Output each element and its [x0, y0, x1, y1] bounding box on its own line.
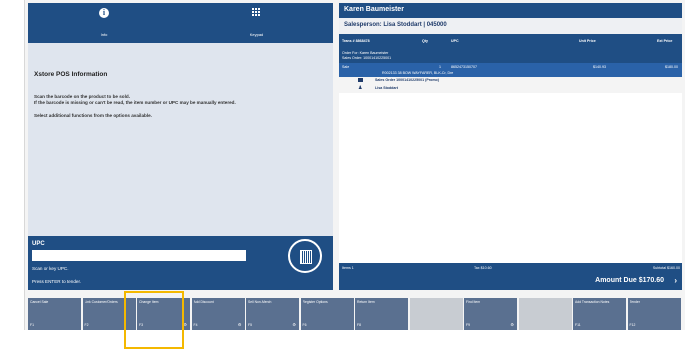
info-icon: i	[99, 8, 109, 18]
chevron-right-icon: ›	[674, 276, 677, 285]
fkey-label: Register Options	[302, 300, 328, 304]
sub-row-text: Lisa Stoddart	[375, 86, 398, 90]
fkey-return-item[interactable]: Return Item F8	[355, 298, 408, 330]
upc-hint: Scan or key UPC.	[32, 266, 69, 271]
fkey-number: F1	[30, 323, 34, 327]
fkey-find-item[interactable]: Find Item F9 ⚙	[464, 298, 517, 330]
info-line: Scan the barcode on the product to be so…	[34, 94, 130, 99]
fkey-add-discount[interactable]: Add Discount F4 ⚙	[191, 298, 245, 330]
fkey-register-options[interactable]: Register Options F6	[300, 298, 354, 330]
fkey-cancel-sale[interactable]: Cancel Sale F1	[28, 298, 81, 330]
upc-hint: Press ENTER to tender.	[32, 279, 82, 284]
col-qty: Qty	[422, 39, 428, 43]
gear-icon: ⚙	[237, 322, 242, 327]
col-trans: Trans # 8868478	[342, 39, 370, 43]
tab-info[interactable]: i Info	[28, 3, 180, 43]
line-ext-price: $180.00	[665, 65, 678, 69]
tax-total: Tax $10.60	[474, 266, 492, 270]
fkey-add-transaction-notes[interactable]: Add Transaction Notes F11	[573, 298, 626, 330]
col-unit-price: Unit Price	[579, 39, 596, 43]
amount-due: Amount Due $170.60	[595, 277, 664, 284]
fkey-number: F5	[248, 323, 252, 327]
fkey-tender[interactable]: Tender F12	[627, 298, 681, 330]
sub-row-text: Sales Order 10001410225001 (Promo)	[375, 78, 439, 82]
amount-due-button[interactable]: Amount Due $170.60 ›	[339, 272, 682, 290]
items-count: Items 1	[342, 266, 354, 270]
col-upc: UPC	[451, 39, 459, 43]
fkey-label: Add Transaction Notes	[575, 300, 610, 304]
list-item: ♟ Lisa Stoddart	[339, 85, 682, 93]
salesperson-text: Salesperson: Lisa Stoddart | 045000	[344, 22, 447, 28]
tab-bar: i Info Keypad	[28, 3, 333, 43]
gear-icon: ⚙	[292, 322, 296, 327]
customer-name: Karen Baumeister	[344, 6, 404, 13]
scan-barcode-button[interactable]	[288, 239, 322, 273]
fkey-number: F9	[466, 323, 470, 327]
order-for: Order For: Karen Baumeister	[342, 51, 389, 55]
list-item: Sales Order 10001410225001 (Promo)	[339, 77, 682, 85]
fkey-number: F8	[357, 323, 361, 327]
fkey-number: F6	[302, 323, 307, 327]
info-line: Select additional functions from the opt…	[34, 113, 152, 118]
table-row[interactable]: Sale 1 8652473150707 R002133 38 BOW WAYF…	[339, 63, 682, 77]
fkey-sell-non-merch[interactable]: Sell Non-Merch F5 ⚙	[246, 298, 299, 330]
fkey-number: F12	[629, 323, 636, 327]
pos-screen: i Info Keypad Xstore POS Information Sca…	[0, 0, 688, 351]
upc-input[interactable]	[32, 250, 246, 261]
line-upc: 8652473150707	[451, 65, 477, 69]
tab-info-label: Info	[100, 32, 108, 37]
fkey-label: Sell Non-Merch	[248, 300, 272, 304]
fkey-label: Cancel Sale	[30, 300, 49, 304]
highlight-box	[124, 291, 184, 349]
item-list-area	[339, 93, 682, 263]
item-list-header: Trans # 8868478 Qty UPC Unit Price Ext P…	[339, 34, 682, 49]
fkey-blank	[518, 298, 572, 330]
line-unit-price: $140.93	[593, 65, 606, 69]
upc-label: UPC	[32, 241, 45, 247]
fkey-number: F2	[84, 323, 89, 327]
fkey-number: F4	[193, 323, 198, 327]
order-info: Order For: Karen Baumeister Sales Order:…	[339, 49, 682, 63]
info-title: Xstore POS Information	[34, 71, 108, 78]
fkey-label: Add Discount	[193, 300, 214, 304]
col-ext-price: Ext Price	[657, 39, 673, 43]
totals-bar: Items 1 Tax $10.60 Subtotal $160.00	[339, 263, 682, 272]
fkey-blank	[409, 298, 463, 330]
customer-header[interactable]: Karen Baumeister	[339, 3, 682, 18]
register-icon	[358, 78, 363, 82]
fkey-label: Return Item	[357, 300, 375, 304]
person-icon: ♟	[358, 85, 363, 91]
info-panel: Xstore POS Information Scan the barcode …	[28, 43, 333, 236]
info-line: If the barcode is missing or can't be re…	[34, 100, 236, 105]
tab-keypad[interactable]: Keypad	[180, 3, 333, 43]
line-qty: 1	[439, 65, 441, 69]
gear-icon: ⚙	[510, 322, 514, 327]
sales-order-number: Sales Order: 10001410225001	[342, 56, 392, 60]
line-description: R002133 38 BOW WAYFARER, BLK-Cr, Dre	[382, 71, 454, 75]
fkey-label: Tender	[629, 300, 640, 304]
upc-panel: UPC Scan or key UPC. Press ENTER to tend…	[28, 236, 333, 290]
line-type: Sale	[342, 65, 350, 69]
subtotal: Subtotal $160.00	[652, 266, 680, 270]
salesperson-bar: Salesperson: Lisa Stoddart | 045000	[339, 18, 682, 34]
fkey-label: Find Item	[466, 300, 481, 304]
keypad-icon	[251, 8, 260, 16]
tab-keypad-label: Keypad	[249, 32, 264, 37]
fkey-number: F11	[575, 323, 581, 327]
barcode-icon	[300, 250, 312, 264]
